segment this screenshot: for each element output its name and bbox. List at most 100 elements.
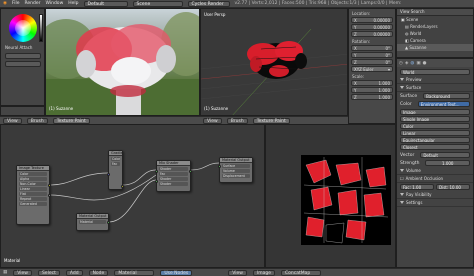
menu-help[interactable]: Help (68, 1, 78, 6)
gradient-input-socket[interactable] (107, 173, 110, 176)
outliner-header[interactable]: View Search (397, 9, 473, 16)
brush-slot-2[interactable] (5, 61, 41, 67)
node-row: Fac (159, 172, 188, 176)
location-y-field[interactable]: Y 0.00000 (351, 24, 393, 30)
scene-dropdown[interactable]: Scene (132, 0, 183, 7)
scene-tab-icon[interactable]: ◈ (405, 61, 408, 66)
render-tab-icon[interactable]: ◷ (399, 61, 403, 66)
shader-input-socket[interactable] (155, 180, 158, 183)
image-selector[interactable]: ConcatMap (281, 269, 322, 276)
location-z-field[interactable]: Z 0.00000 (351, 31, 393, 37)
left-texture-paint-mode[interactable]: Texture Paint (52, 117, 90, 124)
expand-icon (400, 193, 404, 196)
shader-output-socket[interactable] (189, 170, 192, 173)
interpolation-dropdown[interactable]: Linear (400, 130, 470, 136)
outliner-item-world[interactable]: ◍ World (397, 30, 473, 37)
extension-dropdown[interactable]: Closest (400, 144, 470, 150)
node-add-menu[interactable]: Add (65, 269, 83, 276)
strength-field[interactable]: 1.000 (425, 160, 470, 166)
node-row[interactable]: Repeat (19, 197, 47, 201)
gradient-output-socket[interactable] (121, 185, 124, 188)
user-persp-viewport[interactable]: User Persp (1) Suzanne (200, 8, 348, 116)
node-row: Color (19, 172, 47, 176)
texture-paint-viewport[interactable]: (1) Suzanne (45, 8, 200, 116)
uv-image-menu[interactable]: Image (252, 269, 276, 276)
volume-section[interactable]: Volume (397, 167, 473, 175)
image-texture-node-title: Image Texture (17, 166, 49, 171)
checkbox-icon[interactable]: ☐ (400, 176, 404, 181)
node-row[interactable]: Generated (19, 202, 47, 206)
node-row[interactable]: Flat (19, 192, 47, 196)
menu-window[interactable]: Window (46, 1, 64, 6)
right-view-menu[interactable]: View (203, 117, 222, 124)
value-slider[interactable] (39, 14, 43, 42)
material-selector[interactable]: Material (114, 269, 155, 276)
left-view-menu[interactable]: View (3, 117, 22, 124)
gradient-node-title: Gradient Tex (109, 151, 122, 156)
outliner-item-suzanne[interactable]: ▲ Suzanne (397, 44, 473, 51)
scale-z-field[interactable]: Z 1.000 (351, 94, 393, 100)
ray-visibility-section[interactable]: Ray Visibility (397, 191, 473, 199)
shader-input-socket[interactable] (155, 170, 158, 173)
scale-y-field[interactable]: Y 1.000 (351, 87, 393, 93)
rotation-z-field[interactable]: Z 0° (351, 59, 393, 65)
editor-type-icon[interactable]: ▦ (3, 270, 7, 275)
object-tab-icon[interactable]: ▣ (416, 61, 420, 66)
rotation-y-field[interactable]: Y 0° (351, 52, 393, 58)
location-x-field[interactable]: X 0.00000 (351, 17, 393, 23)
node-row: Volume (222, 169, 250, 173)
surface-dropdown[interactable]: Background (423, 93, 470, 99)
node-row[interactable]: Non-Color (19, 182, 47, 186)
source-dropdown[interactable]: Single Image (400, 116, 470, 122)
world-tab-icon[interactable]: ◍ (410, 61, 414, 66)
uv-view-menu[interactable]: View (228, 269, 247, 276)
colorspace-dropdown[interactable]: Color (400, 123, 470, 129)
vector-dropdown[interactable]: Default (420, 152, 470, 158)
material-output-node[interactable]: Material Output Surface Volume Displacem… (218, 157, 253, 183)
properties-tabs: ◷ ◈ ◍ ▣ ● (397, 59, 473, 67)
engine-dropdown[interactable]: Cycles Render (187, 0, 230, 7)
brush-slot[interactable] (5, 53, 41, 59)
menu-render[interactable]: Render (24, 1, 40, 6)
uv-image-editor[interactable] (265, 124, 396, 268)
image-name-field[interactable]: Image (400, 109, 470, 115)
image-texture-node[interactable]: Image Texture Color Alpha Non-Color Line… (16, 165, 51, 225)
preview-section[interactable]: Preview (397, 76, 473, 84)
world-name-field[interactable]: World (400, 69, 470, 75)
rotation-mode-dropdown[interactable]: XYZ Euler ▾ (351, 66, 393, 72)
material-node[interactable]: Material Output Material (76, 213, 110, 231)
right-brush-menu[interactable]: Brush (226, 117, 248, 124)
right-texture-paint-mode[interactable]: Texture Paint (252, 117, 290, 124)
ao-distance-field[interactable]: Dist: 10.00 (436, 184, 470, 190)
blender-logo-icon[interactable]: ◉ (3, 1, 7, 6)
outliner-item-scene[interactable]: ▣ Scene (397, 16, 473, 23)
color-output-socket[interactable] (48, 184, 51, 187)
use-nodes-toggle[interactable]: Use Nodes (160, 269, 193, 276)
mix-shader-node[interactable]: Mix Shader Shader Fac Shader Shader (155, 160, 192, 192)
surface-input-socket[interactable] (218, 165, 221, 168)
settings-section[interactable]: Settings (397, 199, 473, 207)
ao-factor-field[interactable]: Fac: 1.00 (400, 184, 434, 190)
color-wheel-center (15, 20, 31, 36)
material-output-socket[interactable] (107, 221, 110, 224)
rotation-x-field[interactable]: X 0° (351, 45, 393, 51)
outliner-item-camera[interactable]: ◧ Camera (397, 37, 473, 44)
gradient-node[interactable]: Gradient Tex Color Fac (107, 150, 124, 190)
scale-x-field[interactable]: X 1.000 (351, 80, 393, 86)
menu-file[interactable]: File (12, 1, 20, 6)
node-row[interactable]: Material (79, 220, 106, 224)
left-brush-menu[interactable]: Brush (26, 117, 48, 124)
projection-dropdown[interactable]: Equirectangular (400, 137, 470, 143)
material-tab-icon[interactable]: ● (423, 61, 427, 66)
node-view-menu[interactable]: View (13, 269, 32, 276)
layout-dropdown[interactable]: Default (83, 0, 128, 7)
node-row[interactable]: Linear (19, 187, 47, 191)
node-editor[interactable]: Image Texture Color Alpha Non-Color Line… (0, 124, 265, 268)
ambient-occlusion-section[interactable]: ☐ Ambient Occlusion (397, 175, 473, 183)
node-select-menu[interactable]: Select (37, 269, 60, 276)
alpha-output-socket[interactable] (48, 194, 51, 197)
node-node-menu[interactable]: Node (88, 269, 109, 276)
surface-section[interactable]: Surface (397, 84, 473, 92)
color-dropdown[interactable]: Environment Text... (417, 101, 470, 107)
outliner-item-renderlayers[interactable]: ▤ RenderLayers (397, 23, 473, 30)
